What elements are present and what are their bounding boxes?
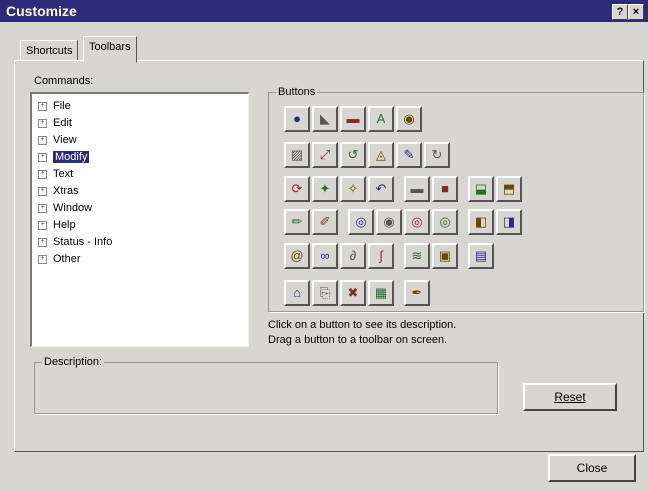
arrow-icon[interactable]: ◣ <box>312 106 338 132</box>
frame-icon[interactable]: ▣ <box>432 243 458 269</box>
link-icon[interactable]: ∞ <box>312 243 338 269</box>
tree-item-modify[interactable]: + Modify <box>38 149 90 165</box>
text-A-icon[interactable]: A <box>368 106 394 132</box>
triangle-icon[interactable]: ◬ <box>368 142 394 168</box>
tab-toolbars[interactable]: Toolbars <box>83 36 137 63</box>
expand-icon[interactable]: + <box>38 169 47 179</box>
flip-icon[interactable]: ⤢ <box>312 142 338 168</box>
description-label: Description: <box>42 356 105 368</box>
lock-icon[interactable]: ⌂ <box>284 280 310 306</box>
reshape-icon[interactable]: ⟳ <box>284 176 310 202</box>
tree-item-edit[interactable]: + Edit <box>38 115 72 131</box>
resize-icon[interactable]: ▨ <box>284 142 310 168</box>
window-icon[interactable]: ▬ <box>340 106 366 132</box>
tree-item-text[interactable]: + Text <box>38 166 73 182</box>
shield-icon[interactable]: ⬓ <box>468 176 494 202</box>
close-button[interactable]: Close <box>548 454 636 482</box>
wave-icon[interactable]: ∫ <box>368 243 394 269</box>
pen-icon[interactable]: ✎ <box>396 142 422 168</box>
description-group <box>34 362 498 414</box>
expand-icon[interactable]: + <box>38 152 47 162</box>
expand-icon[interactable]: + <box>38 237 47 247</box>
expand-icon[interactable]: + <box>38 135 47 145</box>
layer-2-icon[interactable]: ◨ <box>496 209 522 235</box>
title-bar: Customize ? × <box>0 0 648 22</box>
pencil-icon[interactable]: ✏ <box>284 209 310 235</box>
grid-icon[interactable]: ▦ <box>368 280 394 306</box>
brush-icon[interactable]: ✒ <box>404 280 430 306</box>
cycle-icon[interactable]: ∂ <box>340 243 366 269</box>
layer-icon[interactable]: ◧ <box>468 209 494 235</box>
expand-icon[interactable]: + <box>38 118 47 128</box>
tree-item-xtras[interactable]: + Xtras <box>38 183 79 199</box>
shield-2-icon[interactable]: ⬒ <box>496 176 522 202</box>
stack-icon[interactable]: ▤ <box>468 243 494 269</box>
at-icon[interactable]: @ <box>284 243 310 269</box>
fill-icon[interactable]: ■ <box>432 176 458 202</box>
tweak-2-icon[interactable]: ✧ <box>340 176 366 202</box>
ink-icon[interactable]: ◎ <box>348 209 374 235</box>
window-title: Customize <box>6 3 77 19</box>
tree-item-help[interactable]: + Help <box>38 217 76 233</box>
tree-item-file[interactable]: + File <box>38 98 71 114</box>
paste-icon[interactable]: ⎘ <box>312 280 338 306</box>
commands-tree[interactable]: + File + Edit + View + Modify + Text + Xtras +… <box>30 92 249 347</box>
expand-icon[interactable]: + <box>38 203 47 213</box>
commands-label: Commands: <box>34 75 94 87</box>
close-window-button[interactable]: × <box>628 4 644 20</box>
buttons-group-title: Buttons <box>276 86 318 98</box>
rotate-icon[interactable]: ↻ <box>424 142 450 168</box>
hint-click: Click on a button to see its description… <box>268 319 457 331</box>
tree-item-view[interactable]: + View <box>38 132 77 148</box>
ink-2-icon[interactable]: ◉ <box>376 209 402 235</box>
stretch-icon[interactable]: ≋ <box>404 243 430 269</box>
close-x-icon[interactable]: ✖ <box>340 280 366 306</box>
expand-icon[interactable]: + <box>38 220 47 230</box>
reset-button[interactable]: Reset <box>523 383 617 411</box>
tweak-icon[interactable]: ✦ <box>312 176 338 202</box>
ink-3-icon[interactable]: ◎ <box>404 209 430 235</box>
help-button[interactable]: ? <box>612 4 628 20</box>
cast-icon[interactable]: ◉ <box>396 106 422 132</box>
ink-4-icon[interactable]: ◎ <box>432 209 458 235</box>
undo-icon[interactable]: ↶ <box>368 176 394 202</box>
tab-shortcuts[interactable]: Shortcuts <box>20 40 79 61</box>
expand-icon[interactable]: + <box>38 254 47 264</box>
eraser-icon[interactable]: ✐ <box>312 209 338 235</box>
expand-icon[interactable]: + <box>38 186 47 196</box>
rotate-left-icon[interactable]: ↺ <box>340 142 366 168</box>
info-icon[interactable]: ● <box>284 106 310 132</box>
tree-item-status-info[interactable]: + Status - Info <box>38 234 112 250</box>
expand-icon[interactable]: + <box>38 101 47 111</box>
hint-drag: Drag a button to a toolbar on screen. <box>268 334 448 346</box>
tree-item-window[interactable]: + Window <box>38 200 92 216</box>
tree-item-other[interactable]: + Other <box>38 251 81 267</box>
line-icon[interactable]: ▬ <box>404 176 430 202</box>
